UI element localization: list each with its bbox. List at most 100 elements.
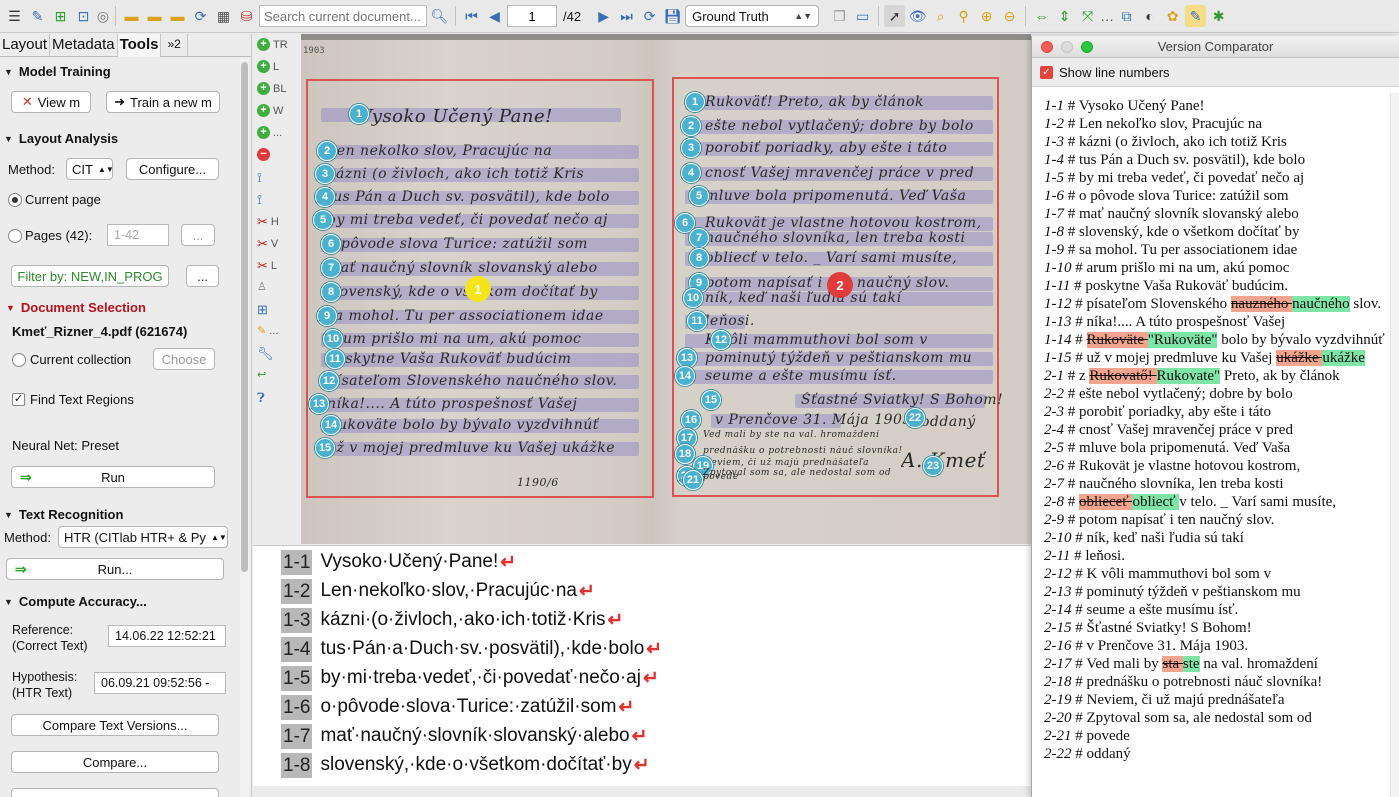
line-number-badge[interactable]: 15 (701, 390, 721, 410)
database-icon[interactable]: ⛁ (236, 5, 257, 27)
remove-shape-tool[interactable]: − (257, 148, 270, 161)
line-number-badge[interactable]: 4 (681, 163, 701, 183)
train-model-button[interactable]: ➜ Train a new m (106, 91, 220, 113)
first-page-icon[interactable]: ⏮ (461, 5, 482, 27)
transcription-editor[interactable]: 1-1 Vysoko·Učený·Pane! ↵ 1-2 Len·nekoľko·slo… (253, 545, 1033, 797)
line-number-badge[interactable]: 15 (315, 438, 335, 458)
sync-icon[interactable]: ⟳ (190, 5, 211, 27)
line-number-badge[interactable]: 23 (923, 456, 943, 476)
open-folder-icon[interactable]: ▬ (121, 5, 142, 27)
htr-method-select[interactable]: HTR (CITlab HTR+ & Py ▲▼ (58, 526, 228, 548)
version-select[interactable]: Ground Truth ▲▼ (685, 5, 820, 27)
pen-icon[interactable]: ✎ (27, 5, 48, 27)
upload-icon[interactable]: ⊡ (73, 5, 94, 27)
tag-tool[interactable]: ✎... (257, 324, 278, 338)
line-text[interactable]: slovenský,·kde·o·všetkom·dočítať·by (320, 754, 631, 776)
line-number-badge[interactable]: 4 (315, 187, 335, 207)
region-badge-2[interactable]: 2 (827, 272, 853, 298)
add-text-region-tool[interactable]: + TR (257, 38, 288, 51)
add-document-icon[interactable]: ⊞ (50, 5, 71, 27)
tab-overflow[interactable]: »2 (161, 34, 188, 57)
fit-height-icon[interactable]: ⇕ (1054, 5, 1075, 27)
pages-radio[interactable] (8, 229, 22, 243)
line-text[interactable]: tus·Pán·a·Duch·sv.·posvätil),·kde·bolo (320, 638, 644, 660)
line-text[interactable]: o·pôvode·slova·Turice:·zatúžil·som (320, 696, 616, 718)
run-htr-button[interactable]: ⇒ Run... (6, 558, 224, 580)
transcription-row[interactable]: 1-6 o·pôvode·slova·Turice:·zatúžil·som ↵ (281, 694, 634, 720)
person-tool[interactable]: ♙ (257, 280, 267, 293)
split-vertical-tool[interactable]: ✂ V (257, 236, 278, 252)
next-page-icon[interactable]: ▶ (593, 5, 614, 27)
tab-metadata[interactable]: Metadata (50, 34, 118, 57)
filter-more-button[interactable]: ... (186, 265, 219, 287)
add-point-tool[interactable]: ⟟ (257, 170, 262, 186)
pointer-icon[interactable]: ➚ (884, 5, 906, 27)
more-icon[interactable]: … (1100, 5, 1114, 27)
line-number-badge[interactable]: 3 (315, 164, 335, 184)
scrollbar-thumb[interactable] (241, 62, 248, 572)
edit-text-icon[interactable]: ✎ (1185, 5, 1207, 27)
line-number-badge[interactable]: 1 (685, 92, 705, 112)
add-baseline-tool[interactable]: + BL (257, 82, 286, 95)
table-tool[interactable]: ⊞ (257, 302, 268, 318)
transcription-row[interactable]: 1-5 by·mi·treba·vedeť,·či·povedať·nečo·aj… (281, 665, 659, 691)
wrench-tool[interactable]: 🔧︎ (257, 346, 274, 362)
pages-select-button[interactable]: ... (181, 224, 215, 246)
add-word-tool[interactable]: + W (257, 104, 283, 117)
split-line-tool[interactable]: ✂ L (257, 258, 277, 274)
line-number-badge[interactable]: 10 (323, 329, 343, 349)
bug-icon[interactable]: ✱ (1208, 5, 1229, 27)
line-number-badge[interactable]: 18 (675, 444, 695, 464)
search-icon[interactable]: 🔍︎ (429, 5, 450, 27)
section-model-training[interactable]: ▼ Model Training (0, 64, 111, 79)
tab-tools[interactable]: Tools (117, 34, 162, 57)
line-text[interactable]: Len·nekoľko·slov,·Pracujúc·na (320, 580, 577, 602)
transcription-row[interactable]: 1-1 Vysoko·Učený·Pane! ↵ (281, 549, 516, 575)
choose-button[interactable]: Choose (153, 348, 215, 370)
zoom-region-icon[interactable]: ⌕ (930, 5, 951, 27)
remove-point-tool[interactable]: ⟟ (257, 192, 262, 208)
close-window-button[interactable] (1041, 41, 1053, 53)
line-number-badge[interactable]: 14 (321, 415, 341, 435)
contrast-icon[interactable]: ◐ (1139, 5, 1160, 27)
line-number-badge[interactable]: 12 (711, 330, 731, 350)
transcription-row[interactable]: 1-3 kázni·(o·živloch,·ako·ich·totiž·Kris ↵ (281, 607, 623, 633)
line-number-badge[interactable]: 8 (689, 248, 709, 268)
line-number-badge[interactable]: 10 (683, 288, 703, 308)
line-number-badge[interactable]: 12 (319, 371, 339, 391)
section-layout-analysis[interactable]: ▼ Layout Analysis (0, 131, 118, 146)
line-number-badge[interactable]: 13 (677, 348, 697, 368)
line-number-badge[interactable]: 9 (317, 306, 337, 326)
line-number-badge[interactable]: 5 (689, 186, 709, 206)
comparator-scrollbar[interactable] (1390, 93, 1399, 797)
undo-tool[interactable]: ↩ (257, 368, 266, 381)
settings-icon[interactable]: ◎ (96, 5, 110, 27)
transcription-row[interactable]: 1-7 mať·naučný·slovník·slovanský·alebo ↵ (281, 723, 648, 749)
menu-icon[interactable]: ☰ (4, 5, 25, 27)
help-tool[interactable]: ❓︎ (257, 390, 265, 406)
line-number-badge[interactable]: 3 (681, 138, 701, 158)
compare-samples-button[interactable] (11, 788, 219, 797)
view-models-button[interactable]: ✕ View m (11, 91, 91, 113)
line-number-badge[interactable]: 8 (321, 282, 341, 302)
hypothesis-version-field[interactable]: 06.09.21 09:52:56 - (94, 672, 226, 694)
page-number-input[interactable] (507, 5, 557, 27)
folder-export-icon[interactable]: ▬ (167, 5, 188, 27)
line-number-badge[interactable]: 2 (317, 141, 337, 161)
section-compute-accuracy[interactable]: ▼ Compute Accuracy... (0, 594, 147, 609)
jobs-icon[interactable]: ▦ (213, 5, 234, 27)
line-text[interactable]: by·mi·treba·vedeť,·či·povedať·nečo·aj (320, 667, 641, 689)
eye-icon[interactable]: 👁︎ (907, 5, 928, 27)
line-number-badge[interactable]: 1 (349, 104, 369, 124)
line-number-badge[interactable]: 13 (309, 394, 329, 414)
page-icon[interactable]: ▭ (852, 5, 873, 27)
line-number-badge[interactable]: 11 (325, 349, 345, 369)
line-number-badge[interactable]: 16 (681, 410, 701, 430)
copy-icon[interactable]: ❐ (829, 5, 850, 27)
zoom-in-icon[interactable]: ⊕ (976, 5, 997, 27)
document-canvas[interactable]: 1903 1190/6 Vysoko Učený Pane! 1 Len nekol… (301, 34, 1031, 544)
add-more-tool[interactable]: +... (257, 126, 282, 139)
layers-icon[interactable]: ⧉ (1116, 5, 1137, 27)
line-number-badge[interactable]: 5 (313, 210, 333, 230)
line-number-badge[interactable]: 2 (681, 116, 701, 136)
